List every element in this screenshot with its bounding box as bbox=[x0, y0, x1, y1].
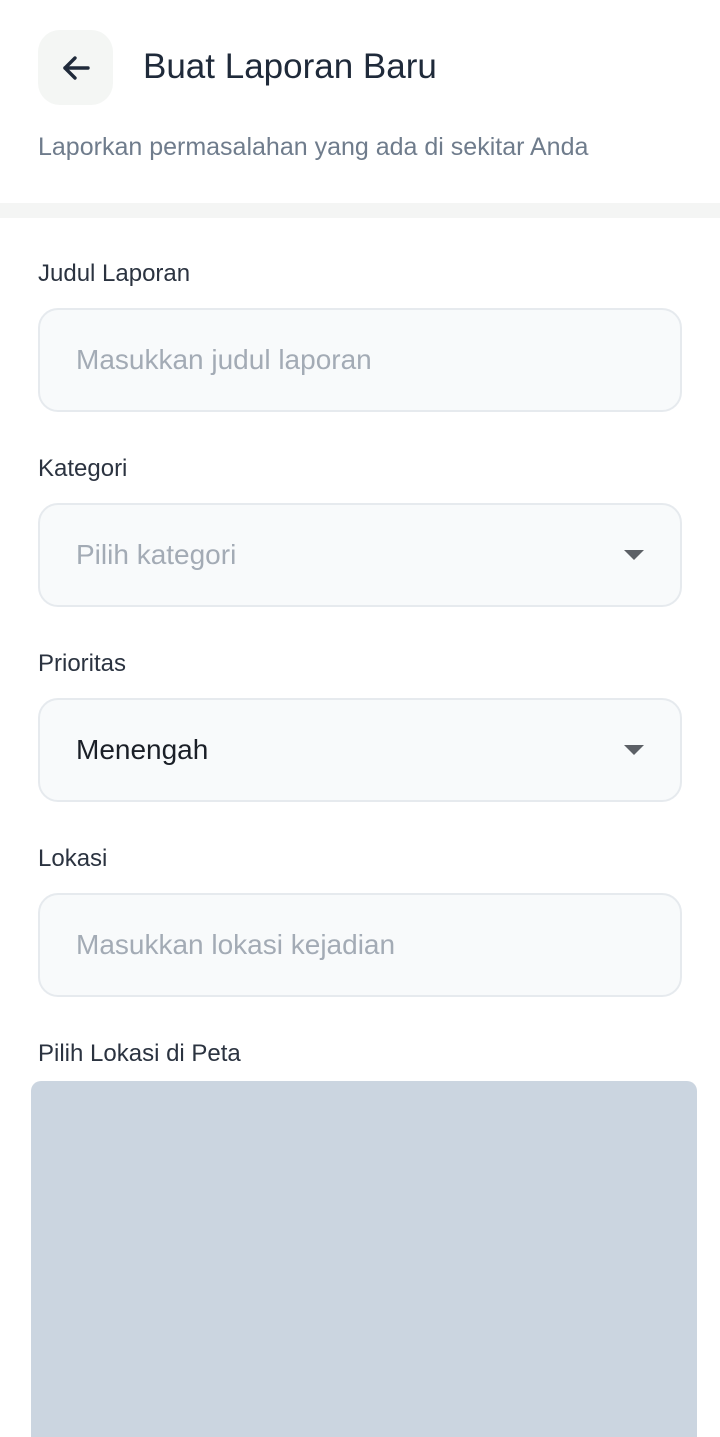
judul-laporan-input[interactable] bbox=[76, 344, 644, 376]
judul-laporan-label: Judul Laporan bbox=[38, 260, 191, 287]
judul-laporan-field[interactable] bbox=[38, 308, 682, 412]
prioritas-label: Prioritas bbox=[38, 650, 127, 677]
page-title: Buat Laporan Baru bbox=[143, 47, 437, 86]
lokasi-field[interactable] bbox=[38, 893, 682, 997]
prioritas-select-value: Menengah bbox=[76, 734, 209, 765]
page-subtitle: Laporkan permasalahan yang ada di sekita… bbox=[38, 133, 589, 161]
page-header: Buat Laporan Baru Laporkan permasalahan … bbox=[0, 0, 720, 203]
kategori-label: Kategori bbox=[38, 455, 128, 482]
arrow-left-icon bbox=[58, 50, 94, 86]
map-picker[interactable] bbox=[31, 1081, 697, 1437]
section-divider bbox=[0, 203, 720, 218]
pilih-lokasi-peta-label: Pilih Lokasi di Peta bbox=[38, 1040, 241, 1067]
back-button[interactable] bbox=[38, 30, 113, 105]
page: Buat Laporan Baru Laporkan permasalahan … bbox=[0, 0, 720, 1437]
chevron-down-icon bbox=[624, 550, 644, 560]
chevron-down-icon bbox=[624, 745, 644, 755]
lokasi-label: Lokasi bbox=[38, 845, 108, 872]
kategori-select-placeholder: Pilih kategori bbox=[76, 539, 237, 570]
lokasi-input[interactable] bbox=[76, 929, 644, 961]
prioritas-select[interactable]: Menengah bbox=[38, 698, 682, 802]
kategori-select[interactable]: Pilih kategori bbox=[38, 503, 682, 607]
